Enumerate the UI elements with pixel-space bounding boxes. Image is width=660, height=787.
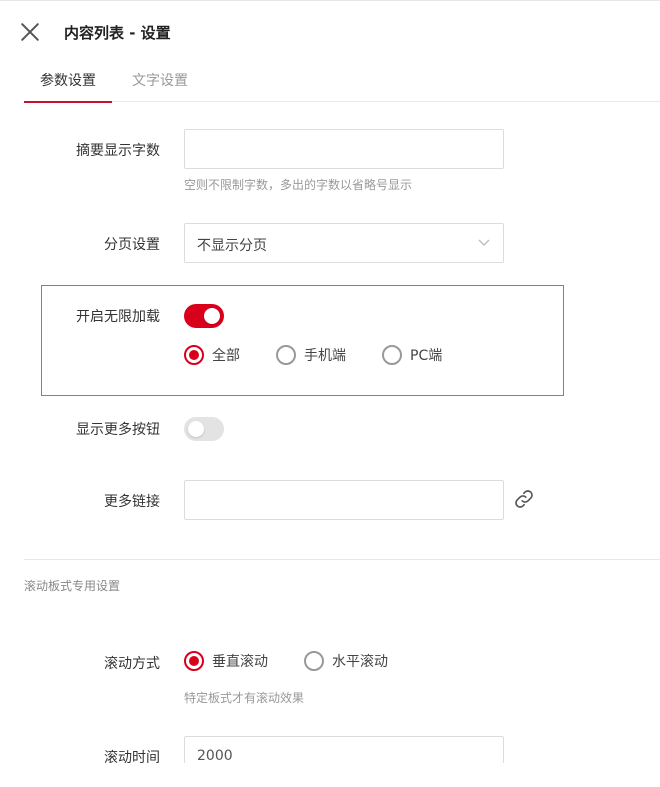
infinite-load-option-all[interactable]: 全部 [184, 345, 240, 365]
radio-dot [184, 651, 204, 671]
settings-panel: 内容列表 - 设置 参数设置 文字设置 摘要显示字数 空则不限制字数，多出的字数… [0, 0, 660, 787]
chevron-down-icon [478, 239, 490, 247]
radio-label: 垂直滚动 [212, 654, 268, 670]
show-more-switch[interactable] [184, 417, 224, 441]
radio-dot [276, 345, 296, 365]
pagination-label: 分页设置 [104, 237, 160, 253]
infinite-load-highlight-box [41, 285, 564, 396]
scroll-section-title: 滚动板式专用设置 [24, 579, 121, 593]
page-title: 内容列表 - 设置 [64, 24, 171, 42]
infinite-load-label: 开启无限加载 [76, 309, 160, 325]
scroll-mode-label: 滚动方式 [104, 656, 160, 672]
radio-dot [382, 345, 402, 365]
switch-knob [204, 308, 220, 324]
infinite-load-option-pc[interactable]: PC端 [382, 345, 442, 365]
radio-label: 手机端 [304, 348, 346, 364]
more-link-label: 更多链接 [104, 494, 160, 510]
radio-dot [304, 651, 324, 671]
more-link-input[interactable] [184, 480, 504, 520]
link-icon[interactable] [513, 488, 535, 510]
summary-count-hint: 空则不限制字数，多出的字数以省略号显示 [184, 178, 413, 192]
pagination-selected-value: 不显示分页 [197, 238, 267, 254]
radio-label: 全部 [212, 348, 240, 364]
close-icon[interactable] [20, 22, 40, 42]
pagination-select[interactable]: 不显示分页 [184, 223, 504, 263]
radio-dot [184, 345, 204, 365]
summary-count-input[interactable] [184, 129, 504, 169]
radio-label: 水平滚动 [332, 654, 388, 670]
infinite-load-switch[interactable] [184, 304, 224, 328]
scroll-mode-hint: 特定板式才有滚动效果 [184, 691, 305, 705]
show-more-label: 显示更多按钮 [76, 422, 160, 438]
scroll-mode-vertical[interactable]: 垂直滚动 [184, 651, 268, 671]
radio-label: PC端 [410, 348, 443, 364]
switch-knob [188, 421, 204, 437]
summary-count-label: 摘要显示字数 [76, 143, 160, 159]
scroll-mode-horizontal[interactable]: 水平滚动 [304, 651, 388, 671]
tab-bar: 参数设置 文字设置 [24, 61, 660, 103]
tab-text[interactable]: 文字设置 [112, 61, 208, 102]
tab-params[interactable]: 参数设置 [24, 61, 112, 103]
bottom-clip [0, 763, 660, 787]
infinite-load-option-mobile[interactable]: 手机端 [276, 345, 346, 365]
section-divider [24, 559, 660, 560]
